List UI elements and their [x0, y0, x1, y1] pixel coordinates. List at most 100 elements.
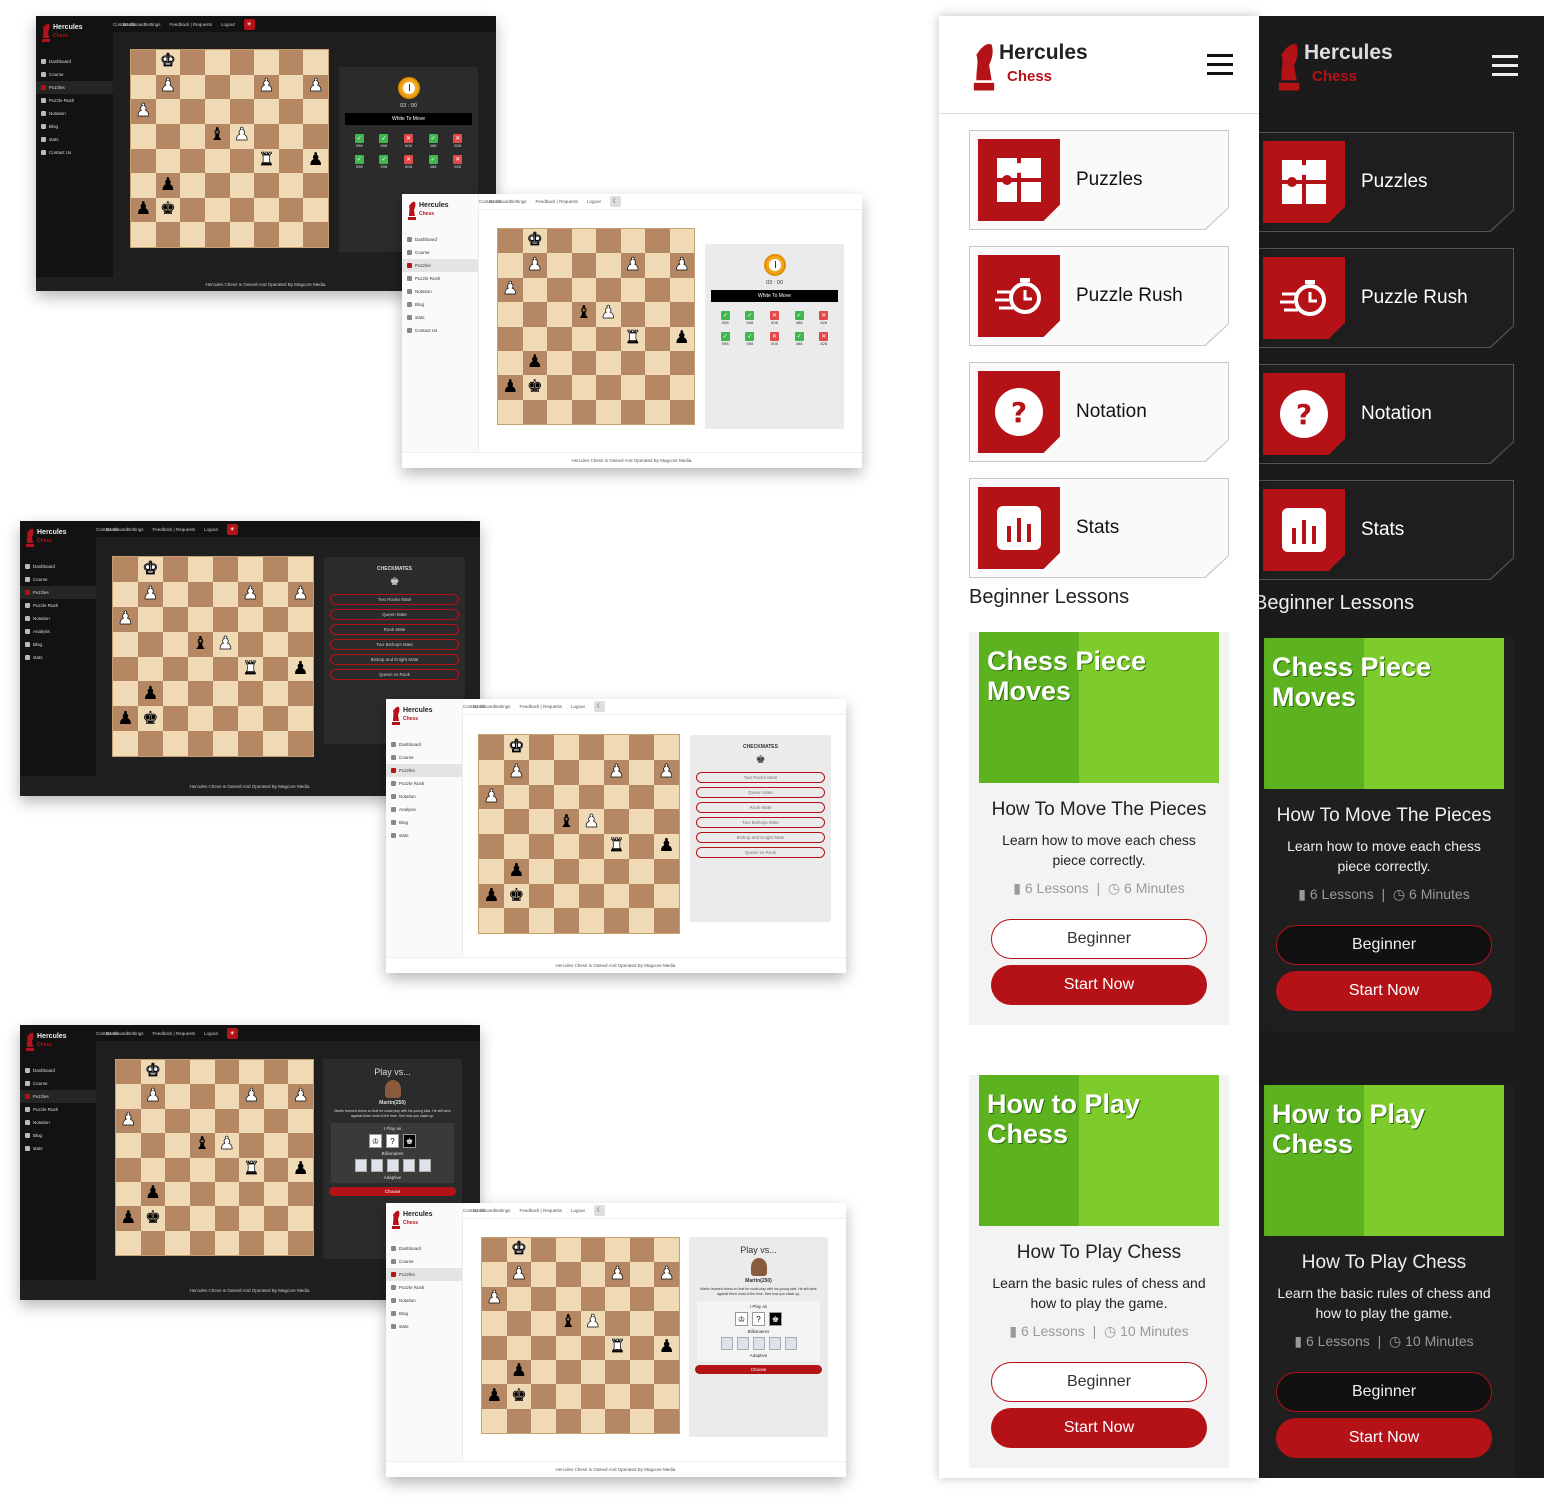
mate-option-button[interactable]: Bishop and Knight Mate	[695, 832, 826, 843]
square-e1[interactable]	[213, 731, 238, 756]
square-f5[interactable]	[238, 631, 263, 657]
square-e7[interactable]	[214, 1084, 240, 1109]
black-pawn-icon[interactable]: ♟	[486, 1387, 502, 1406]
choose-button[interactable]: Choose	[694, 1365, 823, 1374]
square-b4[interactable]	[504, 834, 529, 859]
white-rook-icon[interactable]: ♜	[258, 151, 275, 170]
square-b6[interactable]	[138, 606, 163, 632]
sidebar-item-puzzle-rush[interactable]: Puzzle Rush	[386, 1281, 462, 1294]
opponent-face-icon[interactable]	[768, 1337, 781, 1350]
white-pawn-icon[interactable]: ♟	[600, 304, 617, 323]
square-f7[interactable]: ♟	[620, 253, 645, 278]
square-e8[interactable]	[214, 1060, 240, 1085]
sidebar-item-notation[interactable]: Notation	[402, 285, 478, 298]
square-e2[interactable]	[579, 883, 604, 909]
white-pawn-icon[interactable]: ♟	[508, 762, 525, 781]
square-f8[interactable]	[604, 735, 629, 760]
sidebar-item-stats[interactable]: stats	[20, 1142, 96, 1155]
sidebar-item-notation[interactable]: Notation	[386, 790, 462, 803]
square-b1[interactable]	[506, 1408, 532, 1433]
sidebar-item-puzzles[interactable]: Puzzles	[20, 1090, 96, 1103]
square-d6[interactable]	[204, 99, 230, 124]
sidebar-item-blog[interactable]: Blog	[20, 1129, 96, 1142]
dashboard-link[interactable]: Dashboard	[473, 704, 495, 709]
square-f6[interactable]	[238, 606, 263, 632]
square-a4[interactable]	[482, 1335, 507, 1360]
square-c8[interactable]	[529, 735, 554, 760]
square-g2[interactable]	[263, 1206, 289, 1231]
white-king-option-icon[interactable]: ♔	[369, 1134, 382, 1148]
black-king-icon[interactable]: ♚	[142, 709, 158, 728]
sidebar-item-course[interactable]: Course	[386, 1255, 462, 1268]
sidebar-item-stats[interactable]: stats	[20, 651, 96, 664]
square-d2[interactable]	[188, 706, 213, 732]
hamburger-menu-icon[interactable]	[1207, 54, 1233, 75]
square-h5[interactable]	[654, 809, 679, 834]
square-a3[interactable]	[479, 858, 504, 884]
lesson-banner[interactable]: How to Play Chess	[979, 1075, 1219, 1226]
square-f8[interactable]	[238, 557, 263, 582]
square-c8[interactable]	[180, 50, 205, 75]
square-b1[interactable]	[138, 731, 163, 756]
white-pawn-icon[interactable]: ♟	[673, 256, 690, 275]
black-bishop-icon[interactable]: ♝	[194, 1136, 210, 1154]
black-pawn-icon[interactable]: ♟	[308, 151, 324, 170]
square-a7[interactable]	[113, 581, 138, 607]
square-h5[interactable]	[288, 631, 313, 657]
square-f8[interactable]	[605, 1238, 630, 1263]
opponent-face-icon[interactable]	[354, 1159, 367, 1172]
square-c7[interactable]	[165, 1084, 190, 1109]
sidebar-item-course[interactable]: Course	[402, 246, 478, 259]
square-b6[interactable]	[506, 1286, 532, 1312]
square-g5[interactable]	[645, 302, 670, 327]
feedback-link[interactable]: Feedback | Requests	[153, 527, 195, 532]
square-g7[interactable]	[629, 1262, 655, 1287]
square-g7[interactable]	[645, 253, 670, 278]
square-g6[interactable]	[263, 1108, 289, 1134]
square-c3[interactable]	[180, 173, 205, 198]
square-h3[interactable]	[288, 681, 313, 707]
white-pawn-icon[interactable]: ♟	[217, 634, 234, 653]
square-f8[interactable]	[254, 50, 279, 75]
black-bishop-icon[interactable]: ♝	[576, 305, 592, 323]
square-f4[interactable]: ♜	[239, 1157, 264, 1182]
square-h4[interactable]: ♟	[654, 1335, 679, 1360]
card-stats[interactable]: Stats	[969, 478, 1229, 578]
square-b7[interactable]: ♟	[506, 1262, 532, 1287]
square-f5[interactable]	[605, 1311, 630, 1336]
black-king-option-icon[interactable]: ♚	[769, 1312, 782, 1326]
square-e8[interactable]	[229, 50, 255, 75]
square-a1[interactable]	[113, 731, 138, 756]
sidebar-item-course[interactable]: Course	[20, 1077, 96, 1090]
square-h6[interactable]	[669, 277, 694, 303]
square-g6[interactable]	[645, 277, 670, 303]
square-b5[interactable]	[155, 123, 181, 149]
theme-toggle-icon[interactable]: ☀	[226, 1027, 238, 1039]
square-e6[interactable]	[579, 784, 604, 810]
white-pawn-icon[interactable]: ♟	[483, 787, 500, 806]
square-c7[interactable]	[163, 581, 188, 607]
square-g4[interactable]	[278, 148, 304, 174]
square-c2[interactable]	[529, 883, 554, 909]
square-d2[interactable]	[555, 1384, 581, 1409]
square-a8[interactable]	[116, 1060, 141, 1085]
white-pawn-icon[interactable]: ♟	[609, 1265, 626, 1284]
square-b3[interactable]: ♟	[140, 1181, 166, 1207]
random-option-icon[interactable]: ?	[386, 1134, 399, 1148]
square-h4[interactable]: ♟	[654, 834, 679, 859]
square-b8[interactable]: ♚	[138, 557, 163, 582]
start-now-button[interactable]: Start Now	[991, 1408, 1207, 1448]
sidebar-item-puzzles[interactable]: Puzzles	[20, 586, 96, 599]
square-e6[interactable]	[596, 277, 621, 303]
black-pawn-icon[interactable]: ♟	[502, 378, 518, 397]
square-c7[interactable]	[180, 74, 205, 100]
sidebar-item-blog[interactable]: Blog	[402, 298, 478, 311]
square-h1[interactable]	[654, 908, 679, 933]
sidebar-item-stats[interactable]: stats	[402, 311, 478, 324]
sidebar-item-stats[interactable]: stats	[386, 1320, 462, 1333]
opponent-face-icon[interactable]	[736, 1337, 749, 1350]
square-e4[interactable]	[214, 1157, 240, 1182]
logout-link[interactable]: Logout	[571, 1208, 585, 1213]
square-b3[interactable]: ♟	[506, 1359, 532, 1385]
black-king-icon[interactable]: ♚	[527, 378, 543, 397]
